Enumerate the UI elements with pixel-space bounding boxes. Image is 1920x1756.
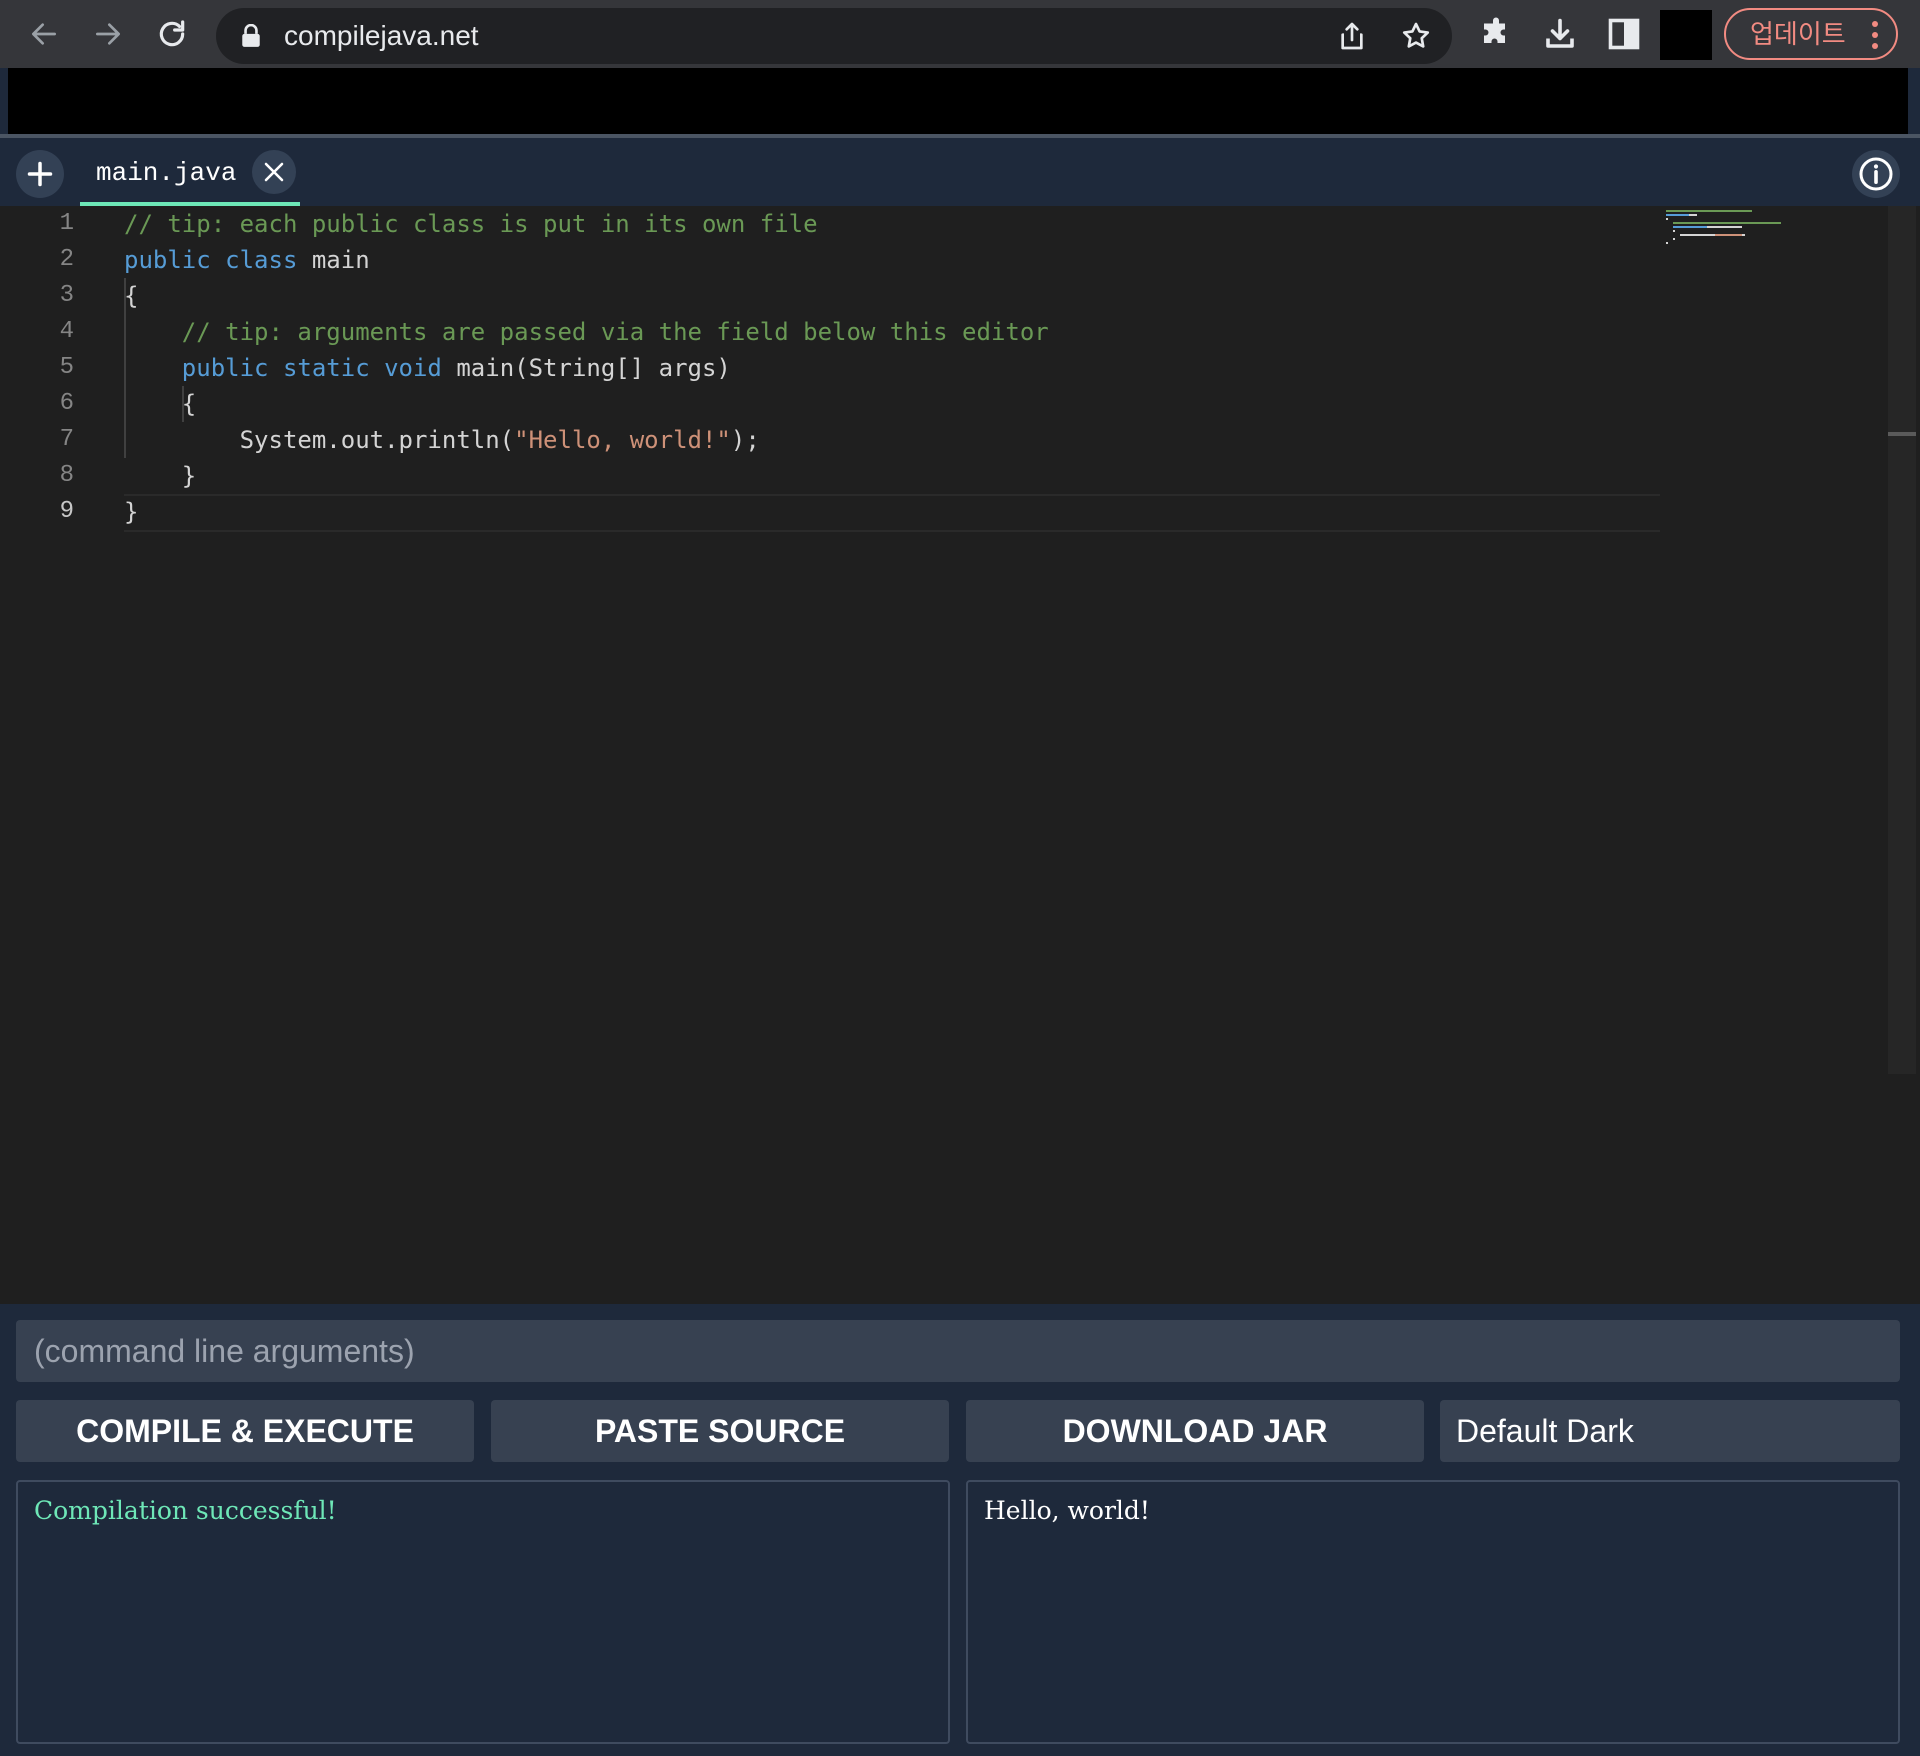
code-token-plain: }	[124, 462, 197, 490]
plus-icon	[27, 161, 53, 187]
lock-icon	[242, 24, 260, 47]
code-token-string: "Hello, world!"	[514, 426, 731, 454]
code-line[interactable]: }	[124, 494, 138, 530]
line-number: 6	[59, 390, 74, 417]
code-line[interactable]: // tip: each public class is put in its …	[124, 206, 818, 242]
minimap-line	[1673, 222, 1782, 224]
theme-select-value: Default Dark	[1456, 1413, 1634, 1449]
update-button[interactable]: 업데이트	[1724, 8, 1898, 60]
code-token-keyword: public class	[124, 246, 312, 274]
code-token-plain: main(String[] args)	[456, 354, 731, 382]
code-line[interactable]: // tip: arguments are passed via the fie…	[124, 314, 1049, 350]
extensions-puzzle-icon[interactable]	[1478, 16, 1514, 52]
share-icon[interactable]	[1336, 20, 1368, 52]
url-text: compilejava.net	[284, 20, 479, 51]
current-line-highlight	[124, 494, 1660, 532]
back-button[interactable]	[20, 10, 68, 58]
code-line[interactable]: public class main	[124, 242, 370, 278]
address-bar[interactable]: compilejava.net	[216, 8, 1452, 64]
reload-button[interactable]	[148, 10, 196, 58]
program-output: Hello, world!	[966, 1480, 1900, 1744]
side-panel-icon[interactable]	[1606, 16, 1642, 52]
minimap[interactable]	[1666, 206, 1888, 244]
code-line[interactable]: public static void main(String[] args)	[124, 350, 731, 386]
minimap-line	[1666, 210, 1753, 212]
code-token-plain: );	[730, 426, 760, 454]
minimap-line	[1707, 226, 1742, 228]
paste-source-button[interactable]: PASTE SOURCE	[491, 1400, 949, 1462]
close-tab-button[interactable]	[252, 150, 296, 194]
tab-label: main.java	[96, 158, 237, 188]
command-line-arguments-input[interactable]	[16, 1320, 1900, 1382]
arrow-right-icon	[96, 23, 120, 45]
reload-icon	[159, 20, 185, 47]
code-area[interactable]: // tip: each public class is put in its …	[124, 206, 1660, 1304]
minimap-line	[1714, 234, 1742, 236]
minimap-line	[1666, 214, 1690, 216]
line-number: 7	[59, 426, 74, 453]
minimap-line	[1673, 238, 1676, 240]
code-token-keyword: public static void	[181, 354, 457, 382]
download-jar-button[interactable]: DOWNLOAD JAR	[966, 1400, 1424, 1462]
code-token-comment: // tip: each public class is put in its …	[124, 210, 818, 238]
code-token-plain: {	[124, 390, 197, 418]
code-line[interactable]: System.out.println("Hello, world!");	[124, 422, 760, 458]
line-number-gutter: 1 2 3 4 5 6 7 8 9	[0, 206, 110, 1304]
theme-select[interactable]: Default Dark	[1440, 1400, 1900, 1462]
code-token-plain: }	[124, 498, 139, 526]
minimap-line	[1741, 234, 1746, 236]
more-vertical-icon	[1872, 21, 1878, 49]
code-editor[interactable]: 1 2 3 4 5 6 7 8 9 // tip: each public class is p…	[0, 206, 1920, 1304]
arrow-left-icon	[32, 23, 56, 45]
compile-execute-button[interactable]: COMPILE & EXECUTE	[16, 1400, 474, 1462]
add-file-button[interactable]	[16, 150, 64, 198]
tab-main-java[interactable]: main.java	[80, 138, 300, 206]
minimap-line	[1673, 226, 1708, 228]
code-token-plain: main	[311, 246, 370, 274]
line-number: 8	[59, 462, 74, 489]
update-button-label: 업데이트	[1750, 19, 1846, 49]
line-number: 1	[59, 210, 74, 237]
minimap-line	[1689, 214, 1697, 216]
minimap-line	[1666, 218, 1668, 220]
run-panel: COMPILE & EXECUTE PASTE SOURCE DOWNLOAD …	[0, 1304, 1920, 1756]
code-line[interactable]: {	[124, 278, 138, 314]
compile-output: Compilation successful!	[16, 1480, 950, 1744]
page-banner	[8, 68, 1908, 134]
line-number: 3	[59, 282, 74, 309]
close-icon	[264, 162, 284, 182]
forward-button[interactable]	[84, 10, 132, 58]
line-number: 5	[59, 354, 74, 381]
line-number: 2	[59, 246, 74, 273]
minimap-line	[1680, 234, 1715, 236]
minimap-line	[1666, 242, 1668, 244]
code-token-plain: System.out.println(	[124, 426, 515, 454]
code-line[interactable]: }	[124, 458, 196, 494]
info-icon	[1859, 157, 1893, 191]
code-token-plain: {	[124, 282, 139, 310]
line-number: 4	[59, 318, 74, 345]
minimap-line	[1673, 230, 1676, 232]
scrollbar-cursor-marker	[1888, 432, 1916, 436]
scrollbar-thumb[interactable]	[1888, 206, 1916, 1074]
code-token-comment: // tip: arguments are passed via the fie…	[181, 318, 1049, 346]
file-tab-bar: main.java	[0, 138, 1920, 206]
info-button[interactable]	[1852, 150, 1900, 198]
bookmark-star-icon[interactable]	[1400, 20, 1432, 52]
browser-toolbar: compilejava.net 업데이트	[0, 0, 1920, 68]
code-line[interactable]: {	[124, 386, 196, 422]
profile-avatar[interactable]	[1660, 10, 1712, 60]
download-icon[interactable]	[1542, 16, 1578, 52]
line-number: 9	[59, 498, 74, 525]
